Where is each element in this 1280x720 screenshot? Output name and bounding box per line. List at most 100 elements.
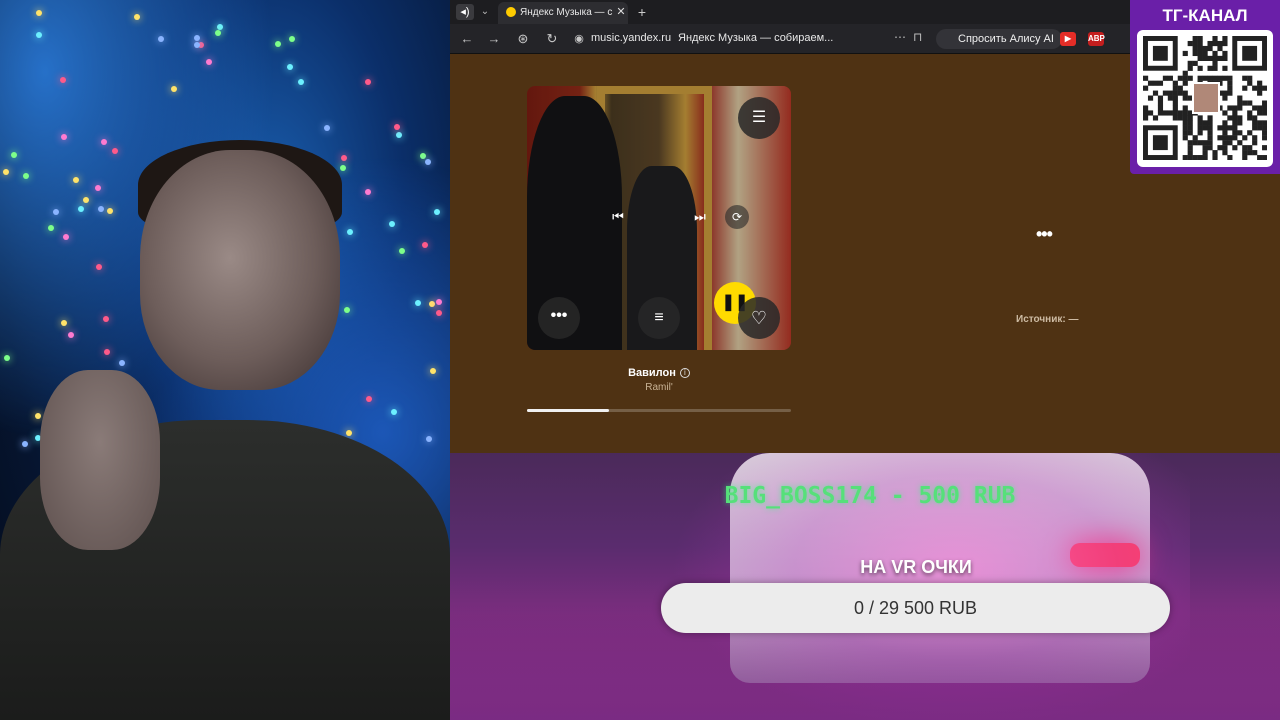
qr-module bbox=[1197, 36, 1203, 42]
qr-module bbox=[1182, 105, 1188, 111]
qr-module bbox=[1217, 125, 1223, 131]
string-light-bulb bbox=[344, 306, 351, 313]
qr-module bbox=[1172, 85, 1178, 91]
qr-module bbox=[1227, 155, 1233, 160]
qr-module bbox=[1252, 135, 1258, 141]
yandex-id-icon[interactable]: ⊛ bbox=[514, 30, 532, 48]
qr-module bbox=[1197, 155, 1203, 160]
qr-module bbox=[1262, 155, 1267, 160]
qr-finder-pattern bbox=[1152, 135, 1168, 151]
qr-module bbox=[1207, 40, 1213, 47]
qr-module bbox=[1207, 120, 1213, 126]
back-arrow-icon[interactable]: ← bbox=[458, 30, 476, 48]
qr-module bbox=[1262, 120, 1267, 126]
qr-module bbox=[1227, 140, 1233, 146]
qr-module bbox=[1172, 110, 1178, 116]
qr-module bbox=[1197, 120, 1203, 126]
tab-audio-icon[interactable]: ◂) bbox=[456, 4, 474, 20]
qr-module bbox=[1262, 135, 1267, 141]
track-title[interactable]: Вавилон bbox=[628, 367, 676, 379]
next-track-icon[interactable]: ⏭ bbox=[689, 206, 711, 228]
qr-module bbox=[1157, 110, 1164, 116]
string-light-bulb bbox=[62, 233, 69, 240]
tab-yandex-music[interactable]: Яндекс Музыка — с bbox=[498, 2, 628, 24]
string-light-bulb bbox=[390, 408, 397, 415]
qr-module bbox=[1143, 75, 1149, 81]
qr-module bbox=[1257, 85, 1263, 91]
qr-module bbox=[1222, 65, 1228, 71]
repeat-icon[interactable]: ⟳ bbox=[725, 205, 749, 229]
qr-module bbox=[1227, 135, 1233, 141]
qr-module bbox=[1257, 105, 1263, 111]
qr-module bbox=[1187, 125, 1193, 131]
qr-module bbox=[1187, 140, 1193, 146]
telegram-channel-qr-panel: ТГ-КАНАЛ bbox=[1130, 0, 1280, 174]
qr-module bbox=[1172, 105, 1178, 111]
bookmark-icon[interactable]: ⊓ bbox=[913, 30, 922, 44]
qr-center-avatar bbox=[1192, 82, 1220, 114]
new-tab-button[interactable]: + bbox=[634, 4, 650, 20]
qr-module bbox=[1187, 40, 1193, 47]
album-cover[interactable]: ☰ ⏮ ❚❚ ⏭ ⟳ ••• ≡ ♡ bbox=[527, 86, 791, 350]
qr-module bbox=[1222, 120, 1228, 126]
tab-list-chevron-icon[interactable]: ⌄ bbox=[478, 3, 492, 21]
qr-module bbox=[1182, 110, 1188, 116]
qr-module bbox=[1212, 40, 1218, 47]
qr-module bbox=[1187, 115, 1193, 121]
string-light-bulb bbox=[94, 184, 101, 191]
adblock-icon[interactable]: ABP bbox=[1088, 32, 1105, 46]
track-progress-bar[interactable] bbox=[527, 409, 791, 412]
qr-module bbox=[1242, 150, 1248, 156]
qr-module bbox=[1202, 150, 1208, 156]
string-light-bulb bbox=[53, 208, 60, 215]
qr-module bbox=[1197, 40, 1203, 47]
qr-module bbox=[1232, 145, 1238, 151]
qr-module bbox=[1202, 45, 1208, 52]
url-text[interactable]: music.yandex.ru bbox=[591, 32, 671, 44]
qr-module bbox=[1257, 120, 1263, 126]
qr-module bbox=[1247, 110, 1253, 116]
qr-module bbox=[1257, 155, 1263, 160]
string-light-bulb bbox=[398, 248, 405, 255]
ask-alice-button[interactable]: Спросить Алису AI bbox=[936, 29, 1062, 49]
qr-module bbox=[1252, 140, 1258, 146]
address-more-icon[interactable]: ⋯ bbox=[894, 30, 906, 44]
qr-module bbox=[1207, 135, 1213, 141]
qr-module bbox=[1207, 130, 1213, 136]
qr-module bbox=[1232, 120, 1238, 126]
lyrics-icon[interactable]: ≡ bbox=[638, 297, 680, 339]
string-light-bulb bbox=[422, 241, 429, 248]
qr-module bbox=[1187, 75, 1193, 81]
string-light-bulb bbox=[214, 30, 221, 37]
side-panel-more-icon[interactable]: ••• bbox=[1036, 224, 1053, 245]
qr-module bbox=[1212, 36, 1218, 42]
qr-module bbox=[1227, 125, 1233, 131]
webcam-feed bbox=[0, 0, 450, 720]
queue-list-icon[interactable]: ☰ bbox=[738, 97, 780, 139]
qr-module bbox=[1222, 125, 1228, 131]
reload-icon[interactable]: ↻ bbox=[543, 30, 561, 48]
track-artist[interactable]: Ramil' bbox=[527, 382, 791, 393]
string-light-bulb bbox=[365, 396, 372, 403]
qr-module bbox=[1242, 75, 1248, 81]
qr-module bbox=[1237, 120, 1243, 126]
qr-module bbox=[1247, 75, 1253, 81]
qr-module bbox=[1257, 110, 1263, 116]
youtube-icon[interactable]: ▶ bbox=[1060, 32, 1076, 46]
qr-module bbox=[1262, 145, 1267, 151]
like-heart-icon[interactable]: ♡ bbox=[738, 297, 780, 339]
qr-module bbox=[1157, 100, 1164, 106]
qr-module bbox=[1227, 80, 1233, 86]
previous-track-icon[interactable]: ⏮ bbox=[607, 206, 629, 228]
tab-close-icon[interactable]: ✕ bbox=[614, 4, 628, 20]
qr-module bbox=[1242, 135, 1248, 141]
track-info-icon[interactable]: i bbox=[679, 368, 690, 379]
forward-arrow-icon[interactable]: → bbox=[485, 30, 503, 48]
site-security-icon[interactable]: ◉ bbox=[570, 30, 588, 48]
string-light-bulb bbox=[10, 152, 17, 159]
string-light-bulb bbox=[430, 367, 437, 374]
track-more-icon[interactable]: ••• bbox=[538, 297, 580, 339]
qr-module bbox=[1217, 45, 1223, 52]
qr-module bbox=[1162, 110, 1168, 116]
qr-module bbox=[1202, 50, 1208, 57]
